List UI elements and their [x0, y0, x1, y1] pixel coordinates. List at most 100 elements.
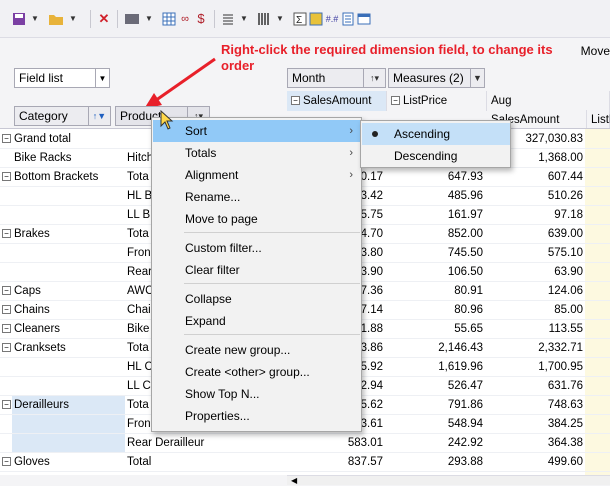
row-category-cell[interactable] — [14, 206, 124, 225]
chevron-down-icon[interactable]: ▼ — [142, 9, 156, 29]
row-category-cell[interactable]: − Bottom Brackets — [2, 168, 112, 187]
value-cell[interactable]: 1,700.95 — [487, 358, 583, 377]
row-product-cell[interactable]: Total — [127, 453, 287, 472]
value-cell[interactable]: 80.91 — [387, 282, 483, 301]
collapse-icon[interactable]: − — [2, 286, 11, 296]
row-category-cell[interactable] — [14, 187, 124, 206]
menu-item-alignment[interactable]: Alignment › — [153, 164, 361, 186]
value-cell[interactable]: 161.97 — [387, 206, 483, 225]
chevron-down-icon[interactable]: ▼ — [470, 69, 484, 87]
value-cell[interactable]: 526.47 — [387, 377, 483, 396]
row-category-cell[interactable] — [14, 263, 124, 282]
value-cell[interactable]: 364.38 — [487, 434, 583, 453]
collapse-icon[interactable]: − — [391, 96, 400, 106]
value-cell[interactable]: 242.92 — [387, 434, 483, 453]
value-cell[interactable]: 80.96 — [387, 301, 483, 320]
number-format-icon[interactable]: #.# — [325, 9, 339, 29]
menu-item-collapse[interactable]: Collapse — [153, 288, 361, 310]
measures-field-button[interactable]: Measures (2) ▼ — [388, 68, 485, 88]
menu-item-show-top-n[interactable]: Show Top N... — [153, 383, 361, 405]
row-category-cell[interactable] — [14, 434, 124, 453]
value-cell[interactable]: 647.93 — [387, 168, 483, 187]
menu-item-properties[interactable]: Properties... — [153, 405, 361, 427]
row-category-cell[interactable] — [14, 377, 124, 396]
row-product-cell[interactable]: Rear Derailleur — [127, 434, 287, 453]
menu-item-rename[interactable]: Rename... — [153, 186, 361, 208]
grid-icon[interactable] — [162, 9, 176, 29]
collapse-icon[interactable]: − — [2, 172, 11, 182]
scroll-left-icon[interactable]: ◀ — [291, 476, 297, 485]
value-cell[interactable]: 548.94 — [387, 415, 483, 434]
row-category-cell[interactable]: − Cleaners — [2, 320, 112, 339]
chart-icon[interactable] — [124, 9, 140, 29]
horizontal-scrollbar[interactable]: ◀ — [287, 475, 610, 485]
sort-filter-icon[interactable]: ↑▼ — [88, 107, 110, 125]
menu-item-move-to-page[interactable]: Move to page — [153, 208, 361, 230]
collapse-icon[interactable]: − — [2, 229, 11, 239]
report-icon[interactable] — [341, 9, 355, 29]
value-cell[interactable]: 791.86 — [387, 396, 483, 415]
value-cell[interactable]: 631.76 — [487, 377, 583, 396]
row-category-cell[interactable]: Bike Racks — [14, 149, 124, 168]
menu-item-clear-filter[interactable]: Clear filter — [153, 259, 361, 281]
menu-item-expand[interactable]: Expand — [153, 310, 361, 332]
column-header-aug-listprice[interactable]: ListPr — [587, 110, 610, 130]
menu-item-create-new-group[interactable]: Create new group... — [153, 339, 361, 361]
value-cell[interactable]: 510.26 — [487, 187, 583, 206]
sort-filter-icon[interactable]: ↑▾ — [363, 69, 385, 87]
value-cell[interactable]: 837.57 — [287, 453, 383, 472]
row-category-cell[interactable]: − Cranksets — [2, 339, 112, 358]
value-cell[interactable]: 485.96 — [387, 187, 483, 206]
value-cell[interactable]: 852.00 — [387, 225, 483, 244]
row-category-cell[interactable]: − Grand total — [2, 130, 112, 149]
chevron-down-icon[interactable]: ▼ — [237, 9, 251, 29]
row-category-cell[interactable]: − Chains — [2, 301, 112, 320]
value-cell[interactable]: 745.50 — [387, 244, 483, 263]
collapse-icon[interactable]: − — [2, 305, 11, 315]
value-cell[interactable]: 607.44 — [487, 168, 583, 187]
value-cell[interactable]: 583.01 — [287, 434, 383, 453]
month-field-button[interactable]: Month ↑▾ — [287, 68, 386, 88]
delete-icon[interactable]: ✕ — [97, 9, 111, 29]
value-cell[interactable]: 575.10 — [487, 244, 583, 263]
row-category-cell[interactable] — [14, 358, 124, 377]
value-cell[interactable]: 63.90 — [487, 263, 583, 282]
collapse-icon[interactable]: − — [291, 96, 300, 106]
value-cell[interactable]: 748.63 — [487, 396, 583, 415]
table-icon[interactable] — [309, 9, 323, 29]
chevron-down-icon[interactable]: ▼ — [95, 69, 109, 87]
menu-item-ascending[interactable]: Ascending — [362, 123, 510, 145]
value-cell[interactable]: 97.18 — [487, 206, 583, 225]
value-cell[interactable]: 55.65 — [387, 320, 483, 339]
value-cell[interactable]: 124.06 — [487, 282, 583, 301]
value-cell[interactable]: 499.60 — [487, 453, 583, 472]
category-field-button[interactable]: Category ↑▼ — [14, 106, 111, 126]
currency-icon[interactable]: $ — [194, 9, 208, 29]
bar-icon[interactable] — [257, 9, 271, 29]
value-cell[interactable]: 639.00 — [487, 225, 583, 244]
row-category-cell[interactable]: − Gloves — [2, 453, 112, 472]
row-category-cell[interactable]: − Caps — [2, 282, 112, 301]
collapse-icon[interactable]: − — [2, 457, 11, 467]
menu-item-sort[interactable]: Sort › — [153, 120, 361, 142]
row-category-cell[interactable] — [14, 244, 124, 263]
value-cell[interactable]: 113.55 — [487, 320, 583, 339]
menu-item-totals[interactable]: Totals › — [153, 142, 361, 164]
column-header-listprice[interactable]: − ListPrice — [387, 91, 487, 111]
row-category-cell[interactable]: − Derailleurs — [2, 396, 112, 415]
chevron-down-icon[interactable]: ▼ — [273, 9, 287, 29]
column-header-aug[interactable]: Aug — [487, 91, 610, 111]
collapse-icon[interactable]: − — [2, 134, 11, 144]
field-list-dropdown[interactable]: Field list ▼ — [14, 68, 110, 88]
value-cell[interactable]: 2,146.43 — [387, 339, 483, 358]
move-label[interactable]: Move — [581, 44, 610, 58]
formula-icon[interactable]: ∞ — [178, 9, 192, 29]
window-icon[interactable] — [357, 9, 371, 29]
value-cell[interactable]: 85.00 — [487, 301, 583, 320]
sum-icon[interactable]: Σ — [293, 9, 307, 29]
row-category-cell[interactable] — [14, 415, 124, 434]
row-category-cell[interactable]: − Brakes — [2, 225, 112, 244]
chevron-down-icon[interactable]: ▼ — [66, 9, 80, 29]
list-icon[interactable] — [221, 9, 235, 29]
menu-item-descending[interactable]: Descending — [362, 145, 510, 167]
